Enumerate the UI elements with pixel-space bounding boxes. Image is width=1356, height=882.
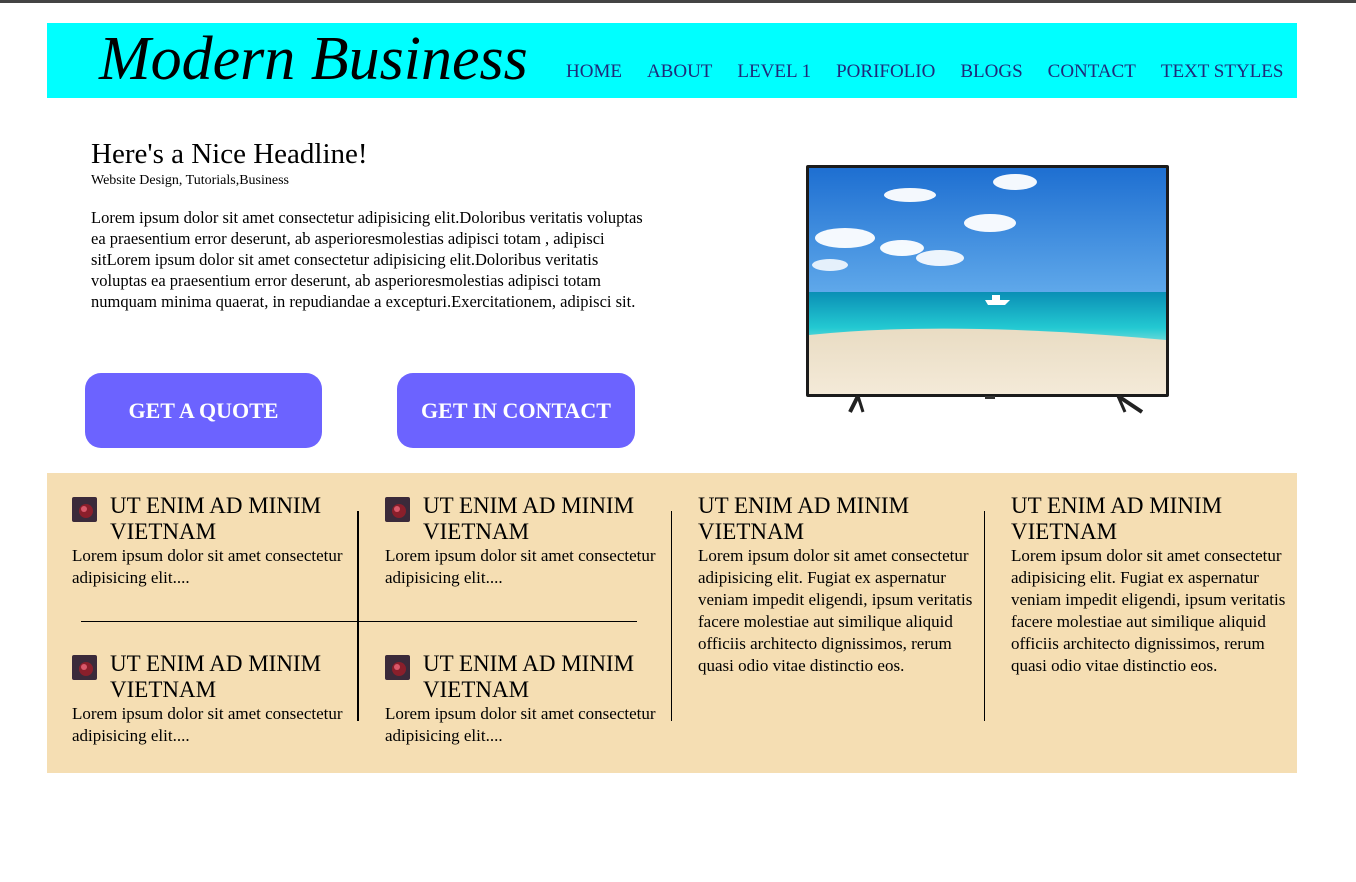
nav-contact[interactable]: CONTACT [1048, 61, 1136, 83]
feature-title: UT ENIM AD MINIM VIETNAM [698, 493, 910, 544]
nav-text-styles[interactable]: TEXT STYLES [1161, 61, 1284, 83]
feature-item-large: UT ENIM AD MINIM VIETNAM Lorem ipsum dol… [698, 493, 988, 677]
nav-home[interactable]: HOME [566, 61, 622, 83]
feature-text: Lorem ipsum dolor sit amet consectetur a… [385, 546, 656, 587]
feature-thumbnail-icon [385, 655, 410, 680]
brand-logo[interactable]: Modern Business [99, 23, 528, 95]
feature-item-large: UT ENIM AD MINIM VIETNAM Lorem ipsum dol… [1011, 493, 1295, 677]
feature-title: UT ENIM AD MINIM VIETNAM [1011, 493, 1223, 544]
feature-text: Lorem ipsum dolor sit amet consectetur a… [72, 704, 343, 745]
nav-level-1[interactable]: LEVEL 1 [737, 61, 811, 83]
tv-image [806, 165, 1169, 414]
feature-text: Lorem ipsum dolor sit amet consectetur a… [385, 704, 656, 745]
feature-title: UT ENIM AD MINIM VIETNAM [110, 493, 322, 544]
hero-headline: Here's a Nice Headline! [91, 138, 368, 170]
nav-portfolio[interactable]: PORIFOLIO [836, 61, 935, 83]
site-header: Modern Business HOME ABOUT LEVEL 1 PORIF… [47, 23, 1297, 98]
feature-item: UT ENIM AD MINIM VIETNAM Lorem ipsum dol… [385, 651, 675, 747]
feature-title: UT ENIM AD MINIM VIETNAM [423, 651, 635, 702]
main-nav: HOME ABOUT LEVEL 1 PORIFOLIO BLOGS CONTA… [566, 61, 1283, 83]
feature-text: Lorem ipsum dolor sit amet consectetur a… [698, 546, 973, 675]
nav-blogs[interactable]: BLOGS [960, 61, 1022, 83]
divider-horizontal [81, 621, 637, 622]
feature-item: UT ENIM AD MINIM VIETNAM Lorem ipsum dol… [385, 493, 675, 589]
feature-item: UT ENIM AD MINIM VIETNAM Lorem ipsum dol… [72, 493, 362, 589]
get-quote-button[interactable]: GET A QUOTE [85, 373, 322, 448]
feature-title: UT ENIM AD MINIM VIETNAM [110, 651, 322, 702]
get-in-contact-button[interactable]: GET IN CONTACT [397, 373, 635, 448]
features-section: UT ENIM AD MINIM VIETNAM Lorem ipsum dol… [47, 473, 1297, 773]
hero-body: Lorem ipsum dolor sit amet consectetur a… [91, 208, 643, 311]
feature-text: Lorem ipsum dolor sit amet consectetur a… [72, 546, 343, 587]
hero-subline: Website Design, Tutorials,Business [91, 173, 289, 188]
feature-thumbnail-icon [385, 497, 410, 522]
feature-title: UT ENIM AD MINIM VIETNAM [423, 493, 635, 544]
top-border [0, 0, 1356, 3]
feature-thumbnail-icon [72, 497, 97, 522]
feature-thumbnail-icon [72, 655, 97, 680]
feature-item: UT ENIM AD MINIM VIETNAM Lorem ipsum dol… [72, 651, 362, 747]
feature-text: Lorem ipsum dolor sit amet consectetur a… [1011, 546, 1286, 675]
nav-about[interactable]: ABOUT [647, 61, 712, 83]
